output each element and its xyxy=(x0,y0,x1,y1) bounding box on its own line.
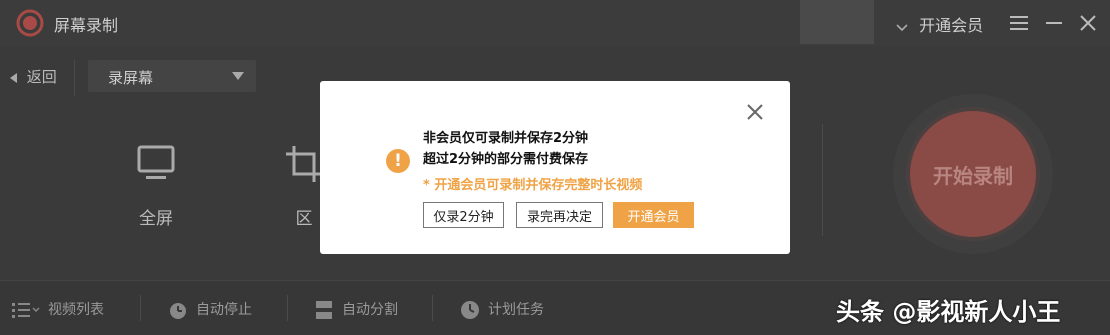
decide-later-button[interactable]: 录完再决定 xyxy=(516,202,603,228)
caret-down-icon xyxy=(232,72,244,80)
bottom-item-label: 计划任务 xyxy=(488,302,544,318)
screen-recorder-window: 屏幕录制 开通会员 返回 录屏幕 全屏 区 开始录制 视频列表 自动停止 自动分… xyxy=(0,0,1110,335)
record-logo-icon xyxy=(16,9,44,37)
vip-label: 开通会员 xyxy=(919,16,984,35)
watermark: 头条 @影视新人小王 xyxy=(836,298,1061,326)
timer-icon xyxy=(170,303,186,319)
start-record-button[interactable]: 开始录制 xyxy=(910,111,1036,237)
triangle-left-icon xyxy=(10,72,17,83)
divider xyxy=(822,124,823,236)
dialog-message-line1: 非会员仅可录制并保存2分钟 xyxy=(423,131,589,146)
title-bar: 屏幕录制 开通会员 xyxy=(0,0,1110,46)
open-vip-button[interactable]: 开通会员 xyxy=(613,202,694,228)
video-list-button[interactable]: 视频列表 xyxy=(12,299,104,319)
bottom-item-label: 视频列表 xyxy=(48,302,104,318)
split-icon xyxy=(316,301,332,319)
dialog-message-line2: 超过2分钟的部分需付费保存 xyxy=(423,152,589,167)
minimize-icon[interactable] xyxy=(1043,12,1065,34)
divider xyxy=(287,295,288,321)
app-title: 屏幕录制 xyxy=(54,16,119,35)
list-icon xyxy=(12,303,40,318)
divider xyxy=(74,60,75,96)
auto-stop-button[interactable]: 自动停止 xyxy=(168,299,252,320)
divider xyxy=(140,295,141,321)
close-icon[interactable] xyxy=(746,103,764,121)
bottom-item-label: 自动停止 xyxy=(196,302,252,318)
menu-icon[interactable] xyxy=(1008,12,1030,34)
record-2min-button[interactable]: 仅录2分钟 xyxy=(423,202,504,228)
auto-split-button[interactable]: 自动分割 xyxy=(314,299,398,320)
monitor-icon xyxy=(137,145,175,179)
mode-select[interactable]: 录屏幕 xyxy=(88,60,256,92)
back-button[interactable]: 返回 xyxy=(10,66,57,87)
schedule-task-button[interactable]: 计划任务 xyxy=(460,299,544,320)
clock-icon xyxy=(461,301,479,319)
option-label: 全屏 xyxy=(139,209,173,229)
chevron-down-icon xyxy=(896,23,908,31)
dialog-tip: * 开通会员可录制并保存完整时长视频 xyxy=(423,178,643,193)
option-fullscreen[interactable]: 全屏 xyxy=(126,144,186,229)
mode-select-value: 录屏幕 xyxy=(108,69,154,87)
warning-icon: ! xyxy=(386,149,410,173)
crop-icon xyxy=(286,146,322,182)
back-label: 返回 xyxy=(26,68,57,86)
bottom-item-label: 自动分割 xyxy=(342,302,398,318)
membership-dialog: ! 非会员仅可录制并保存2分钟 超过2分钟的部分需付费保存 * 开通会员可录制并… xyxy=(320,81,790,254)
blurred-region xyxy=(800,0,874,44)
close-icon[interactable] xyxy=(1077,12,1099,34)
divider xyxy=(432,295,433,321)
vip-menu[interactable]: 开通会员 xyxy=(896,12,983,36)
